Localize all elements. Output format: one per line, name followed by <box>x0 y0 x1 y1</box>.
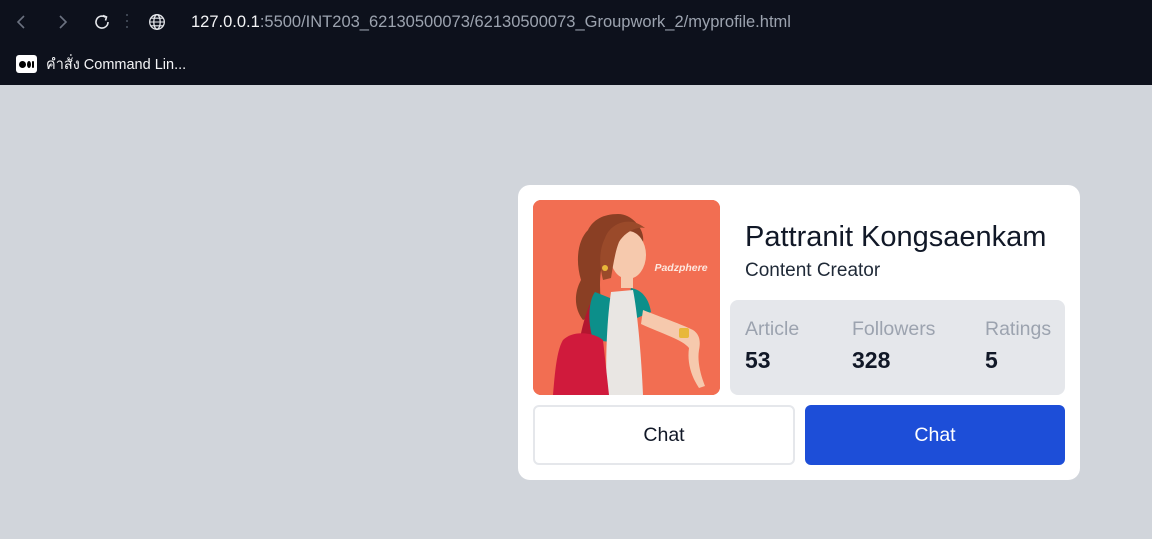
profile-card: Padzphere Pattranit Kongsaenkam Content … <box>518 185 1080 480</box>
stat-followers: Followers 328 <box>852 318 935 374</box>
chat-button-primary[interactable]: Chat <box>805 405 1065 465</box>
stat-value: 328 <box>852 347 891 373</box>
medium-logo-icon <box>16 55 37 73</box>
chevron-right-icon[interactable] <box>48 8 76 36</box>
avatar-watermark: Padzphere <box>654 262 707 274</box>
url-path: :5500/INT203_62130500073/62130500073_Gro… <box>259 13 791 31</box>
stat-article: Article 53 <box>745 318 799 374</box>
address-bar[interactable]: 127.0.0.1:5500/INT203_62130500073/621305… <box>191 11 791 33</box>
profile-name: Pattranit Kongsaenkam <box>745 221 1047 253</box>
browser-chrome: 127.0.0.1:5500/INT203_62130500073/621305… <box>0 0 1152 85</box>
toolbar-separator <box>126 14 128 28</box>
chevron-left-icon[interactable] <box>8 8 36 36</box>
bookmark-label: คำสั่ง Command Lin... <box>46 56 187 73</box>
stat-value: 5 <box>985 347 998 373</box>
stat-value: 53 <box>745 347 771 373</box>
stats-panel: Article 53 Followers 328 Ratings 5 <box>730 300 1065 395</box>
chat-button-secondary[interactable]: Chat <box>533 405 795 465</box>
profile-role: Content Creator <box>745 260 881 281</box>
stat-label: Article <box>745 318 800 340</box>
stat-label: Followers <box>852 318 936 340</box>
avatar: Padzphere <box>533 200 720 395</box>
stat-ratings: Ratings 5 <box>985 318 1051 374</box>
stat-label: Ratings <box>985 318 1052 340</box>
bookmark-item[interactable]: คำสั่ง Command Lin... <box>16 53 186 75</box>
globe-icon[interactable] <box>146 11 168 33</box>
reload-icon[interactable] <box>88 8 116 36</box>
bookmarks-bar: คำสั่ง Command Lin... <box>0 44 1152 85</box>
url-host: 127.0.0.1 <box>191 13 260 31</box>
browser-toolbar: 127.0.0.1:5500/INT203_62130500073/621305… <box>0 0 1152 44</box>
